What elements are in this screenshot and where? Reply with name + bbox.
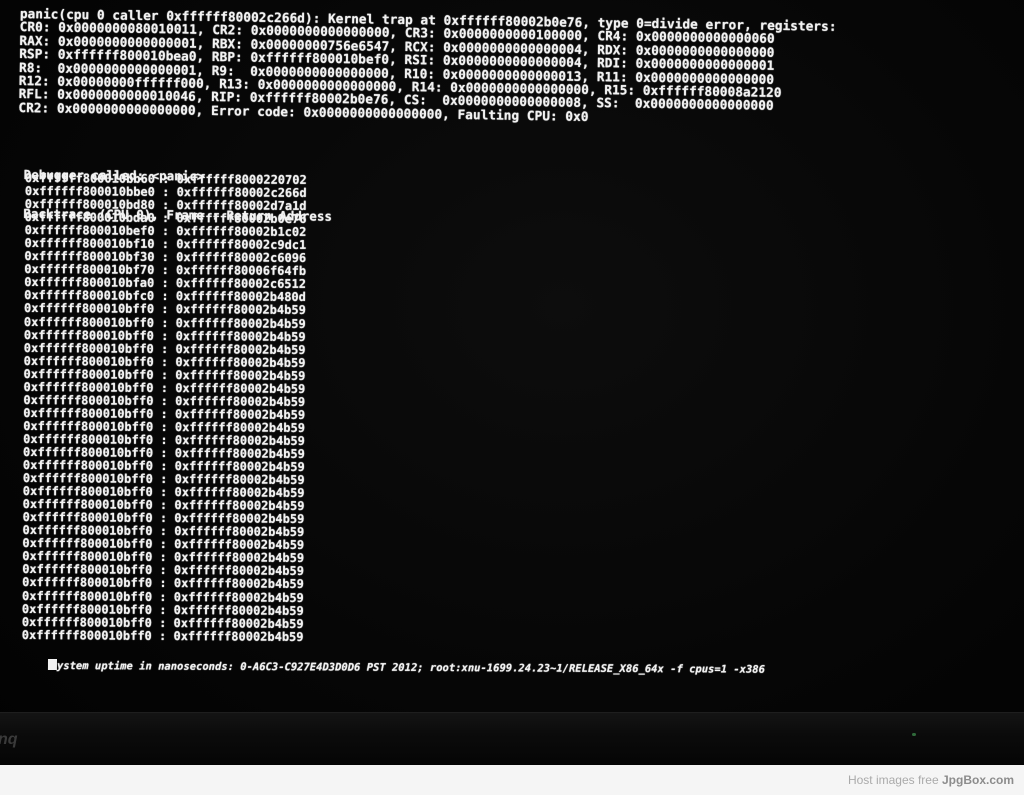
image-host-footer: Host images free JpgBox.com [0, 765, 1024, 795]
uptime-line: System uptime in nanoseconds: 0-A6C3-C92… [47, 659, 766, 676]
separator: : [153, 445, 175, 461]
separator: : [153, 380, 176, 395]
monitor-bezel: nq [0, 712, 1024, 765]
separator: : [153, 328, 176, 343]
separator: : [151, 602, 174, 617]
footer-credit[interactable]: Host images free JpgBox.com [848, 773, 1014, 787]
separator: : [151, 628, 174, 643]
separator: : [153, 354, 176, 369]
kernel-panic-screen: panic(cpu 0 caller 0xffffff80002c266d): … [0, 0, 1024, 712]
separator: : [152, 576, 174, 591]
separator: : [153, 367, 176, 382]
separator: : [153, 393, 176, 408]
return-address: 0xffffff80002b4b59 [173, 628, 304, 644]
separator: : [152, 589, 174, 604]
separator: : [154, 171, 177, 187]
register-dump: panic(cpu 0 caller 0xffffff80002c266d): … [18, 7, 836, 128]
uptime-text: ystem uptime in nanoseconds: 0-A6C3-C927… [56, 660, 766, 676]
backtrace-row: 0xffffff800010bff0 : 0xffffff80002b4b59 [21, 627, 304, 644]
separator: : [153, 432, 175, 447]
footer-brand-link[interactable]: JpgBox.com [942, 773, 1014, 787]
frame-address: 0xffffff800010bff0 [21, 627, 152, 643]
monitor-brand-logo: nq [0, 731, 18, 748]
monitor-photo: panic(cpu 0 caller 0xffffff80002c266d): … [0, 0, 1024, 765]
separator: : [154, 302, 176, 317]
power-led-icon [912, 733, 916, 736]
footer-text-prefix: Host images free [847, 773, 942, 787]
separator: : [153, 315, 176, 330]
separator: : [153, 406, 176, 421]
separator: : [151, 615, 174, 630]
text-cursor [47, 659, 57, 671]
separator: : [153, 419, 176, 434]
backtrace-list: 0xffffff800010bb60 : 0xffffff8000220702 0… [21, 171, 307, 644]
separator: : [153, 341, 176, 356]
